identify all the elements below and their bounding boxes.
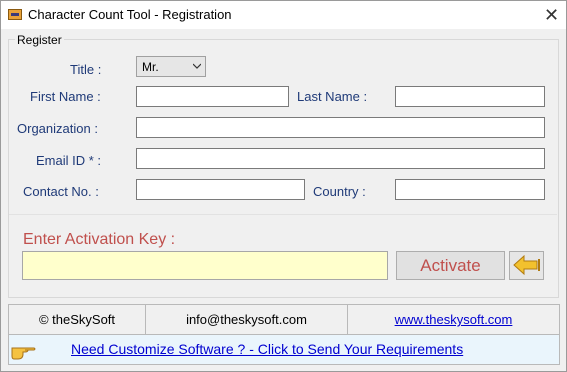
footer-bar: © theSkySoft info@theskysoft.com www.the… <box>8 304 560 335</box>
website-link[interactable]: www.theskysoft.com <box>348 305 559 334</box>
organization-field[interactable] <box>136 117 545 138</box>
organization-label: Organization : <box>17 121 98 136</box>
email-text: info@theskysoft.com <box>186 312 307 327</box>
app-icon <box>8 9 22 20</box>
title-label: Title : <box>70 62 102 77</box>
divider <box>9 214 557 215</box>
first-name-field[interactable] <box>136 86 289 107</box>
customize-software-link[interactable]: Need Customize Software ? - Click to Sen… <box>71 341 463 357</box>
email-field[interactable] <box>136 148 545 169</box>
arrow-left-icon <box>513 254 540 276</box>
last-name-field[interactable] <box>395 86 545 107</box>
close-icon[interactable]: ✕ <box>544 5 559 25</box>
window-title: Character Count Tool - Registration <box>28 7 232 22</box>
activation-key-label: Enter Activation Key : <box>23 231 176 248</box>
title-select[interactable]: Mr. <box>136 56 206 77</box>
last-name-label: Last Name : <box>297 89 368 104</box>
country-field[interactable] <box>395 179 545 200</box>
chevron-down-icon <box>193 63 201 69</box>
activation-key-field[interactable] <box>22 251 388 280</box>
register-group-legend: Register <box>15 33 64 47</box>
contact-label: Contact No. : <box>23 184 99 199</box>
registration-window: Character Count Tool - Registration ✕ Re… <box>0 0 567 372</box>
copyright-text: © theSkySoft <box>38 312 116 327</box>
contact-field[interactable] <box>136 179 305 200</box>
title-bar: Character Count Tool - Registration ✕ <box>1 1 566 29</box>
title-select-value: Mr. <box>142 60 159 74</box>
activate-button[interactable]: Activate <box>396 251 505 280</box>
close-button[interactable]: ✕ <box>537 1 566 29</box>
country-label: Country : <box>313 184 366 199</box>
back-arrow-button[interactable] <box>509 251 544 280</box>
first-name-label: First Name : <box>30 89 101 104</box>
pointing-hand-icon <box>11 347 36 360</box>
email-label: Email ID * : <box>36 153 102 168</box>
